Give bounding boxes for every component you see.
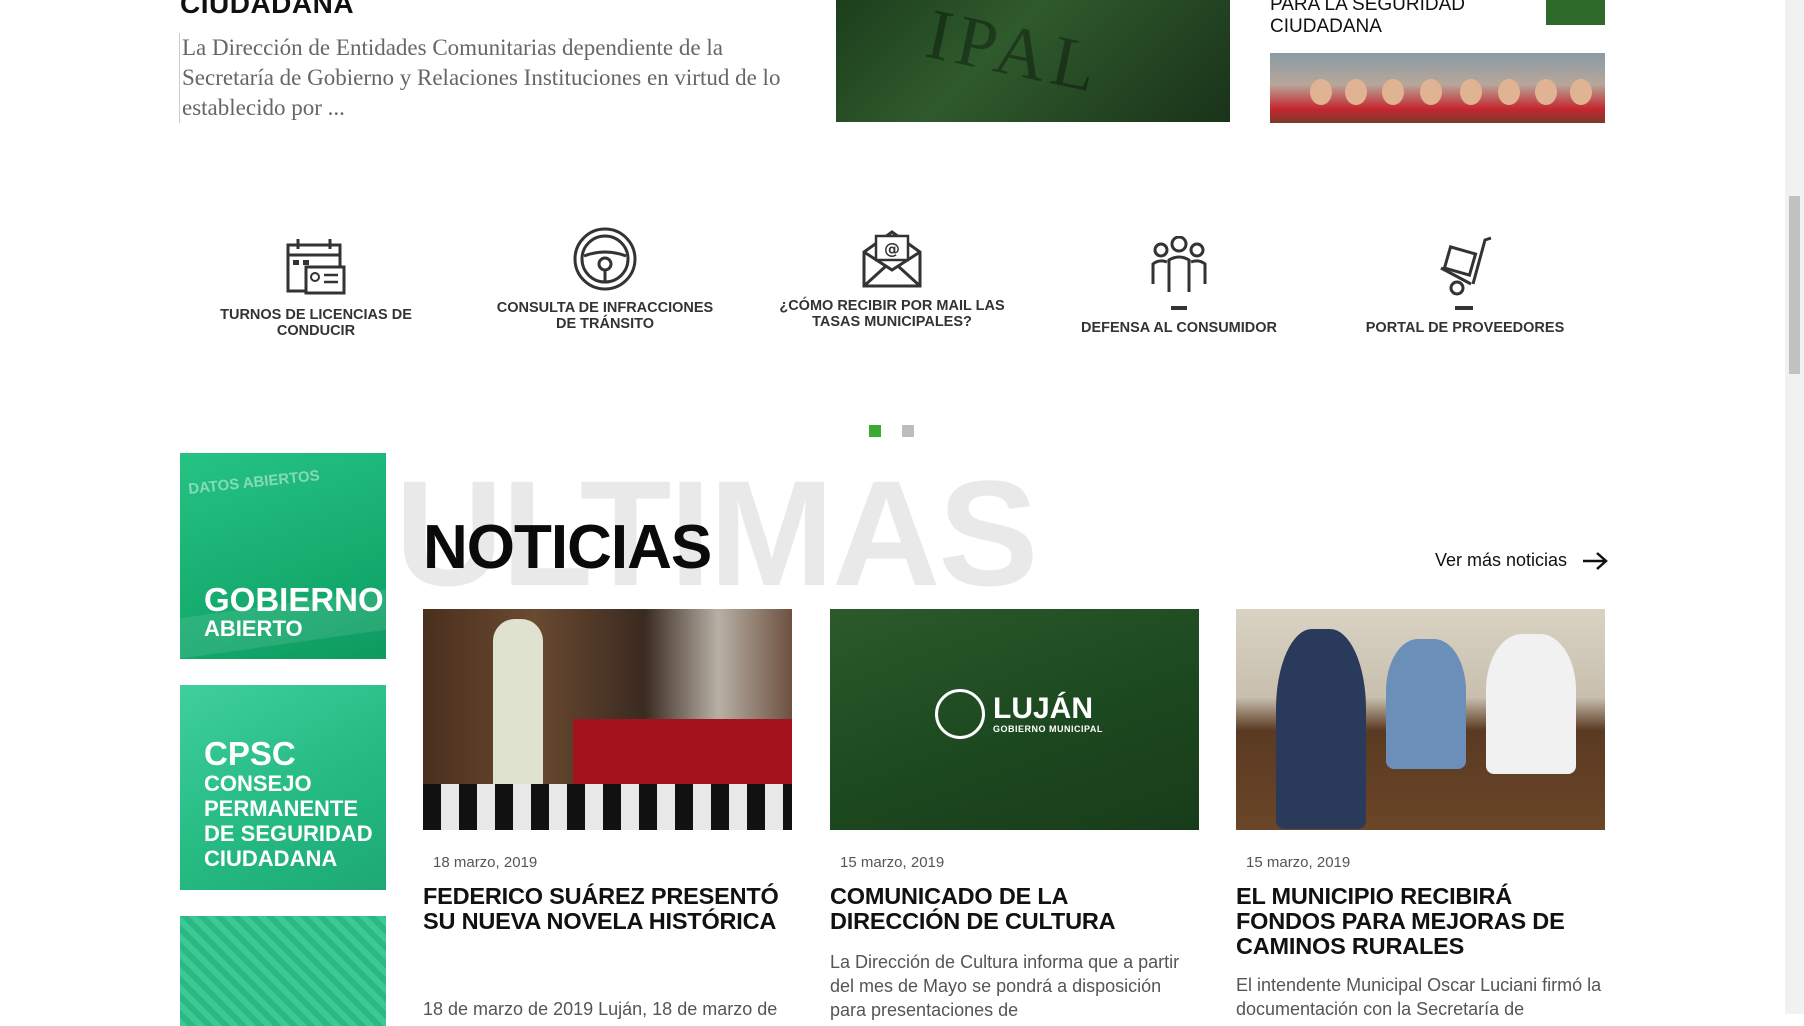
carousel-dot-1[interactable]	[869, 425, 881, 437]
image-table	[573, 719, 792, 789]
news-card-image[interactable]	[423, 609, 792, 830]
image-person	[1386, 639, 1466, 769]
svg-text:@: @	[884, 239, 900, 258]
page-scrollbar[interactable]	[1785, 0, 1804, 1014]
quick-link-defensa-consumidor[interactable]: DEFENSA AL CONSUMIDOR	[1059, 236, 1299, 336]
image-person	[1276, 629, 1366, 829]
news-card-date: 15 marzo, 2019	[1246, 854, 1351, 871]
featured-article-image[interactable]: IPAL	[836, 0, 1230, 122]
side-article-title[interactable]: PARA LA SEGURIDAD CIUDADANA	[1270, 0, 1520, 38]
email-envelope-icon: @	[862, 230, 922, 288]
banner-subtitle: ABIERTO	[204, 616, 303, 641]
city-banner[interactable]	[180, 916, 386, 1026]
quick-link-infracciones[interactable]: CONSULTA DE INFRACCIONES DE TRÁNSITO	[485, 226, 725, 332]
news-heading: NOTICIAS	[423, 513, 712, 582]
side-article-thumbnail[interactable]	[1546, 0, 1605, 25]
datos-abiertos-label: DATOS ABIERTOS	[187, 467, 321, 498]
quick-link-tasas-mail[interactable]: @ ¿CÓMO RECIBIR POR MAIL LAS TASAS MUNIC…	[772, 226, 1012, 330]
image-floor	[423, 784, 792, 830]
people-group-icon	[1151, 236, 1207, 310]
more-news-link[interactable]: Ver más noticias	[1435, 550, 1609, 571]
news-card[interactable]: 18 marzo, 2019 FEDERICO SUÁREZ PRESENTÓ …	[423, 609, 792, 1021]
carousel-dot-2[interactable]	[902, 425, 914, 437]
arrow-right-icon	[1583, 551, 1608, 570]
cpsc-banner[interactable]: CPSC CONSEJO PERMANENTE DE SEGURIDAD CIU…	[180, 685, 386, 890]
image-person	[493, 619, 543, 789]
featured-article-excerpt: La Dirección de Entidades Comunitarias d…	[179, 33, 802, 123]
more-news-label: Ver más noticias	[1435, 550, 1568, 570]
news-card-title[interactable]: EL MUNICIPIO RECIBIRÁ FONDOS PARA MEJORA…	[1236, 884, 1605, 959]
featured-article-title[interactable]: CIUDADANA	[180, 0, 354, 20]
news-card-excerpt: La Dirección de Cultura informa que a pa…	[830, 952, 1180, 1020]
photo-text: IPAL	[919, 0, 1110, 109]
logo-subtext: GOBIERNO MUNICIPAL	[993, 724, 1103, 734]
news-card-title[interactable]: COMUNICADO DE LA DIRECCIÓN DE CULTURA	[830, 884, 1199, 934]
hand-truck-icon	[1440, 236, 1492, 310]
news-card-image[interactable]	[1236, 609, 1605, 830]
quick-link-licencias[interactable]: TURNOS DE LICENCIAS DE CONDUCIR	[196, 235, 436, 339]
lujan-logo: LUJÁN GOBIERNO MUNICIPAL	[935, 689, 1103, 739]
news-card-excerpt: 18 de marzo de 2019 Luján, 18 de marzo d…	[423, 999, 778, 1019]
quick-link-proveedores[interactable]: PORTAL DE PROVEEDORES	[1345, 236, 1585, 336]
gobierno-abierto-banner[interactable]: DATOS ABIERTOS GOBIERNO ABIERTO	[180, 453, 386, 659]
quick-link-label: PORTAL DE PROVEEDORES	[1365, 320, 1565, 336]
news-card-date: 15 marzo, 2019	[840, 854, 945, 871]
banner-title: GOBIERNO	[204, 581, 384, 618]
steering-wheel-icon	[573, 227, 637, 291]
quick-link-label: CONSULTA DE INFRACCIONES DE TRÁNSITO	[496, 300, 714, 332]
logo-word: LUJÁN	[993, 692, 1094, 725]
quick-link-label: ¿CÓMO RECIBIR POR MAIL LAS TASAS MUNICIP…	[779, 298, 1005, 330]
quick-link-label: DEFENSA AL CONSUMIDOR	[1080, 320, 1278, 336]
news-card[interactable]: 15 marzo, 2019 EL MUNICIPIO RECIBIRÁ FON…	[1236, 609, 1605, 1021]
banner-title: CPSC	[204, 735, 296, 772]
side-article-image[interactable]	[1270, 53, 1605, 123]
scrollbar-thumb[interactable]	[1789, 196, 1800, 374]
news-card[interactable]: LUJÁN GOBIERNO MUNICIPAL 15 marzo, 2019 …	[830, 609, 1199, 1022]
banner-subtitle: CONSEJO PERMANENTE DE SEGURIDAD CIUDADAN…	[204, 771, 373, 871]
image-person	[1486, 634, 1576, 774]
quick-link-label: TURNOS DE LICENCIAS DE CONDUCIR	[220, 307, 412, 339]
calendar-id-icon	[286, 239, 346, 295]
news-card-image[interactable]: LUJÁN GOBIERNO MUNICIPAL	[830, 609, 1199, 830]
municipal-seal-icon	[935, 689, 985, 739]
news-card-title[interactable]: FEDERICO SUÁREZ PRESENTÓ SU NUEVA NOVELA…	[423, 884, 792, 934]
news-card-date: 18 marzo, 2019	[433, 854, 538, 871]
